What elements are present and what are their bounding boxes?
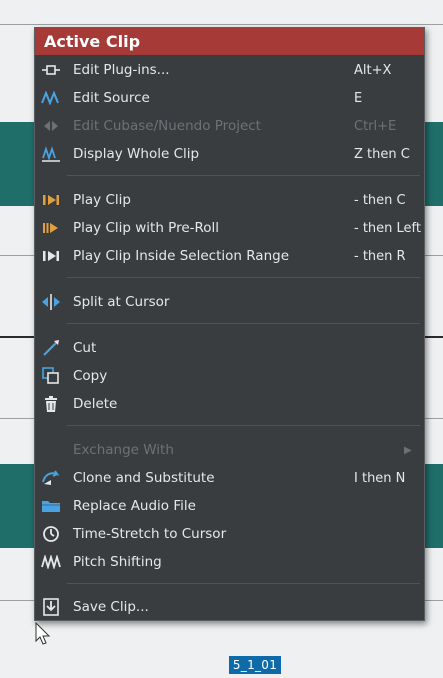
menu-separator xyxy=(67,323,420,324)
active-clip-context-menu: Active Clip Edit Plug-ins... Alt+X Edit … xyxy=(34,27,425,621)
menu-item-label: Save Clip... xyxy=(73,599,149,615)
menu-item-play-clip-preroll[interactable]: Play Clip with Pre-Roll - then Left xyxy=(35,215,424,241)
menu-item-shortcut: - then R xyxy=(354,248,406,264)
clone-icon xyxy=(39,468,63,488)
submenu-arrow-icon: ▶ xyxy=(404,444,412,456)
menu-item-play-clip[interactable]: Play Clip - then C xyxy=(35,187,424,213)
copy-icon xyxy=(39,366,63,386)
mouse-cursor-icon xyxy=(35,622,51,645)
menu-item-shortcut: - then Left xyxy=(354,220,421,236)
menu-separator xyxy=(67,277,420,278)
folder-icon xyxy=(39,496,63,516)
menu-item-shortcut: Z then C xyxy=(354,146,410,162)
menu-item-split-at-cursor[interactable]: Split at Cursor xyxy=(35,289,424,315)
menu-item-label: Delete xyxy=(73,396,118,412)
save-icon xyxy=(39,597,63,617)
menu-item-edit-source[interactable]: Edit Source E xyxy=(35,85,424,111)
menu-item-play-clip-selection[interactable]: Play Clip Inside Selection Range - then … xyxy=(35,243,424,269)
menu-separator xyxy=(67,583,420,584)
menu-item-label: Time-Stretch to Cursor xyxy=(73,526,227,542)
menu-item-label: Copy xyxy=(73,368,108,384)
menu-item-label: Play Clip xyxy=(73,192,131,208)
menu-item-label: Display Whole Clip xyxy=(73,146,200,162)
play-preroll-icon xyxy=(39,218,63,238)
project-icon xyxy=(39,116,63,136)
menu-item-label: Replace Audio File xyxy=(73,498,196,514)
menu-item-time-stretch[interactable]: Time-Stretch to Cursor xyxy=(35,521,424,547)
menu-item-label: Split at Cursor xyxy=(73,294,170,310)
menu-item-delete[interactable]: Delete xyxy=(35,391,424,417)
menu-item-pitch-shifting[interactable]: Pitch Shifting xyxy=(35,549,424,575)
menu-item-label: Edit Source xyxy=(73,90,150,106)
menu-item-copy[interactable]: Copy xyxy=(35,363,424,389)
menu-item-exchange-with: Exchange With ▶ xyxy=(35,437,424,463)
timeline-marker-label[interactable]: 5_1_01 xyxy=(229,656,281,674)
empty-icon-slot xyxy=(39,440,63,460)
menu-item-label: Pitch Shifting xyxy=(73,554,162,570)
menu-item-save-clip[interactable]: Save Clip... xyxy=(35,594,424,620)
menu-item-display-whole-clip[interactable]: Display Whole Clip Z then C xyxy=(35,141,424,167)
menu-item-label: Edit Plug-ins... xyxy=(73,62,170,78)
display-clip-icon xyxy=(39,144,63,164)
menu-item-clone-substitute[interactable]: Clone and Substitute I then N xyxy=(35,465,424,491)
menu-separator xyxy=(67,175,420,176)
menu-item-edit-cubase-project: Edit Cubase/Nuendo Project Ctrl+E xyxy=(35,113,424,139)
menu-item-label: Play Clip Inside Selection Range xyxy=(73,248,290,264)
menu-item-edit-plugins[interactable]: Edit Plug-ins... Alt+X xyxy=(35,57,424,83)
menu-separator xyxy=(67,425,420,426)
waveform-icon xyxy=(39,88,63,108)
menu-item-shortcut: I then N xyxy=(354,470,406,486)
time-stretch-icon xyxy=(39,524,63,544)
menu-item-label: Clone and Substitute xyxy=(73,470,215,486)
menu-item-replace-audio-file[interactable]: Replace Audio File xyxy=(35,493,424,519)
track-divider xyxy=(0,24,443,25)
menu-item-label: Cut xyxy=(73,340,97,356)
menu-item-shortcut: E xyxy=(354,90,363,106)
play-range-icon xyxy=(39,246,63,266)
menu-item-shortcut: Alt+X xyxy=(354,62,392,78)
trash-icon xyxy=(39,394,63,414)
menu-item-shortcut: - then C xyxy=(354,192,406,208)
menu-item-label: Play Clip with Pre-Roll xyxy=(73,220,220,236)
plugin-icon xyxy=(39,60,63,80)
cut-icon xyxy=(39,338,63,358)
menu-item-label: Exchange With xyxy=(73,442,174,458)
pitch-icon xyxy=(39,552,63,572)
split-icon xyxy=(39,292,63,312)
menu-item-shortcut: Ctrl+E xyxy=(354,118,397,134)
menu-item-cut[interactable]: Cut xyxy=(35,335,424,361)
menu-item-label: Edit Cubase/Nuendo Project xyxy=(73,118,261,134)
play-clip-icon xyxy=(39,190,63,210)
menu-title: Active Clip xyxy=(35,28,424,56)
